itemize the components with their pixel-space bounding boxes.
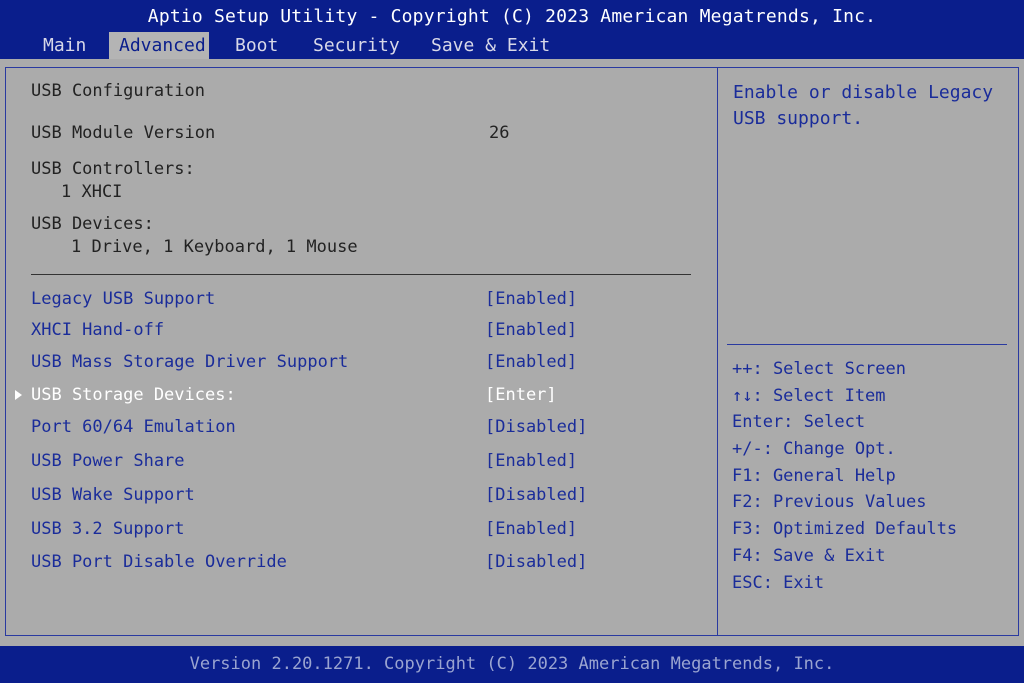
panel-divider	[717, 67, 718, 636]
key-hint: Enter: Select	[732, 412, 866, 433]
option-value[interactable]: [Enabled]	[485, 451, 577, 471]
option-value[interactable]: [Disabled]	[485, 552, 587, 572]
module-version-value: 26	[489, 123, 510, 143]
key-hint: F2: Previous Values	[732, 492, 927, 513]
option-label: XHCI Hand-off	[31, 320, 165, 340]
key-hint: F4: Save & Exit	[732, 545, 886, 566]
footer-version: Version 2.20.1271. Copyright (C) 2023 Am…	[0, 646, 1024, 683]
tab-bar: Main Advanced Boot Security Save & Exit	[0, 32, 1024, 59]
tab-main[interactable]: Main	[33, 32, 96, 59]
devices-value: 1 Drive, 1 Keyboard, 1 Mouse	[71, 237, 358, 257]
module-version-label: USB Module Version	[31, 123, 216, 143]
key-hint: ↑↓: Select Item	[732, 385, 886, 406]
key-hint: ESC: Exit	[732, 572, 825, 593]
option-label: Legacy USB Support	[31, 289, 216, 309]
option-label: USB Wake Support	[31, 485, 195, 505]
tab-save-exit[interactable]: Save & Exit	[421, 32, 560, 59]
help-divider	[727, 344, 1007, 345]
app-title: Aptio Setup Utility - Copyright (C) 2023…	[147, 6, 877, 27]
section-title: USB Configuration	[31, 81, 205, 101]
option-value[interactable]: [Disabled]	[485, 417, 587, 437]
tab-advanced[interactable]: Advanced	[109, 32, 209, 59]
option-value[interactable]: [Enabled]	[485, 519, 577, 539]
option-value[interactable]: [Enter]	[485, 385, 557, 405]
key-hint: ++: Select Screen	[732, 359, 906, 379]
option-label: USB Port Disable Override	[31, 552, 287, 572]
key-hint: F1: General Help	[732, 465, 896, 486]
option-value[interactable]: [Enabled]	[485, 320, 577, 340]
option-label: USB Mass Storage Driver Support	[31, 352, 349, 372]
option-label: USB Storage Devices:	[31, 385, 236, 405]
title-bar: Aptio Setup Utility - Copyright (C) 2023…	[0, 0, 1024, 59]
tab-boot[interactable]: Boot	[225, 32, 288, 59]
option-label: Port 60/64 Emulation	[31, 417, 236, 437]
tab-security[interactable]: Security	[303, 32, 410, 59]
controllers-value: 1 XHCI	[61, 182, 123, 202]
option-label: USB 3.2 Support	[31, 519, 185, 539]
option-value[interactable]: [Disabled]	[485, 485, 587, 505]
key-hint: F3: Optimized Defaults	[732, 519, 958, 540]
option-value[interactable]: [Enabled]	[485, 352, 577, 372]
devices-label: USB Devices:	[31, 214, 154, 234]
option-value[interactable]: [Enabled]	[485, 289, 577, 309]
submenu-arrow-icon	[15, 390, 22, 400]
key-hint: +/-: Change Opt.	[732, 439, 896, 460]
section-separator	[31, 274, 691, 275]
option-label: USB Power Share	[31, 451, 185, 471]
key-legend: ++: Select Screen ↑↓: Select Item Enter:…	[732, 356, 957, 596]
controllers-label: USB Controllers:	[31, 159, 195, 179]
help-text: Enable or disable Legacy USB support.	[733, 82, 994, 129]
